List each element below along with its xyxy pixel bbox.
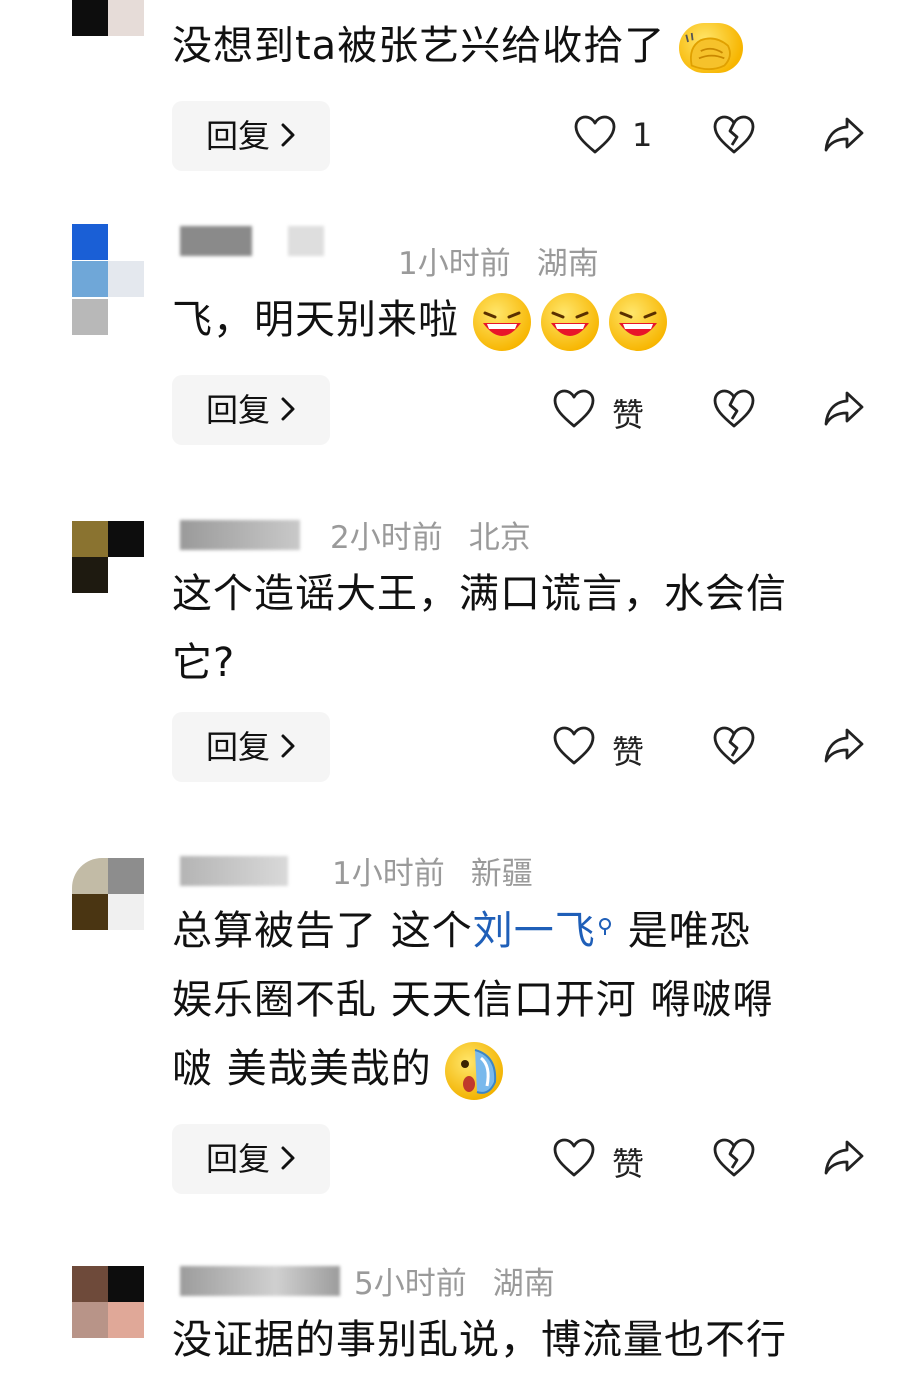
chevron-right-icon [281,397,295,421]
like-label[interactable]: 赞 [612,727,644,773]
heart-icon[interactable] [573,114,617,156]
heart-icon[interactable] [552,1137,596,1179]
dislike-heart-icon[interactable] [712,1137,756,1179]
comment-location: 湖南 [536,246,599,282]
like-label[interactable]: 赞 [612,390,644,436]
comment-text: 没证据的事别乱说，博流量也不行 [172,1317,787,1363]
comment-text: 飞，明天别来啦 [172,286,872,355]
reply-button[interactable]: 回复 [172,101,330,171]
comment-location: 新疆 [470,856,533,892]
dislike-heart-icon[interactable] [712,725,756,767]
username[interactable] [180,856,288,886]
avatar[interactable] [72,858,144,930]
like-count: 1 [632,116,653,154]
username[interactable] [180,1266,340,1296]
comment-meta: 5小时前 湖南 [354,1258,555,1303]
comment-location: 北京 [468,520,531,556]
chevron-right-icon [281,1146,295,1170]
comment-time: 1小时前 [398,246,511,282]
comment-text: 没想到ta被张艺兴给收拾了 [172,12,872,81]
chevron-right-icon [281,734,295,758]
comment-meta: 1小时前 湖南 [398,238,599,283]
reply-button[interactable]: 回复 [172,375,330,445]
comment-time: 2小时前 [330,520,443,556]
comment-meta: 2小时前 北京 [330,512,531,557]
avatar[interactable] [72,0,144,36]
avatar[interactable] [72,521,144,593]
avatar[interactable] [72,224,144,336]
heart-icon[interactable] [552,725,596,767]
mention-search-icon[interactable] [598,897,614,966]
laughing-emoji-icon [472,293,531,351]
share-icon[interactable] [822,725,866,765]
share-icon[interactable] [822,1137,866,1177]
crying-emoji-icon [445,1042,504,1100]
heart-icon[interactable] [552,388,596,430]
comment-meta: 1小时前 新疆 [332,848,533,893]
comment-text: 总算被告了 这个刘一飞 是唯恐 娱乐圈不乱 天天信口开河 嘚啵嘚 啵 美哉美哉的 [172,897,872,1104]
comment-time: 1小时前 [332,856,445,892]
laughing-emoji-icon [540,293,599,351]
reply-button[interactable]: 回复 [172,1124,330,1194]
share-icon[interactable] [822,388,866,428]
username[interactable] [180,226,252,256]
like-label[interactable]: 赞 [612,1139,644,1185]
comment-location: 湖南 [492,1266,555,1302]
chevron-right-icon [281,123,295,147]
laughing-emoji-icon [608,293,667,351]
comment-time: 5小时前 [354,1266,467,1302]
share-icon[interactable] [822,114,866,154]
avatar[interactable] [72,1266,144,1338]
username-badge [288,226,324,256]
mention-link[interactable]: 刘一飞 [473,908,596,954]
username[interactable] [180,520,300,550]
reply-button[interactable]: 回复 [172,712,330,782]
dislike-heart-icon[interactable] [712,114,756,156]
clapping-hands-emoji-icon [678,23,743,73]
comment-text: 这个造谣大王，满口谎言，水会信 它? [172,571,787,686]
dislike-heart-icon[interactable] [712,388,756,430]
